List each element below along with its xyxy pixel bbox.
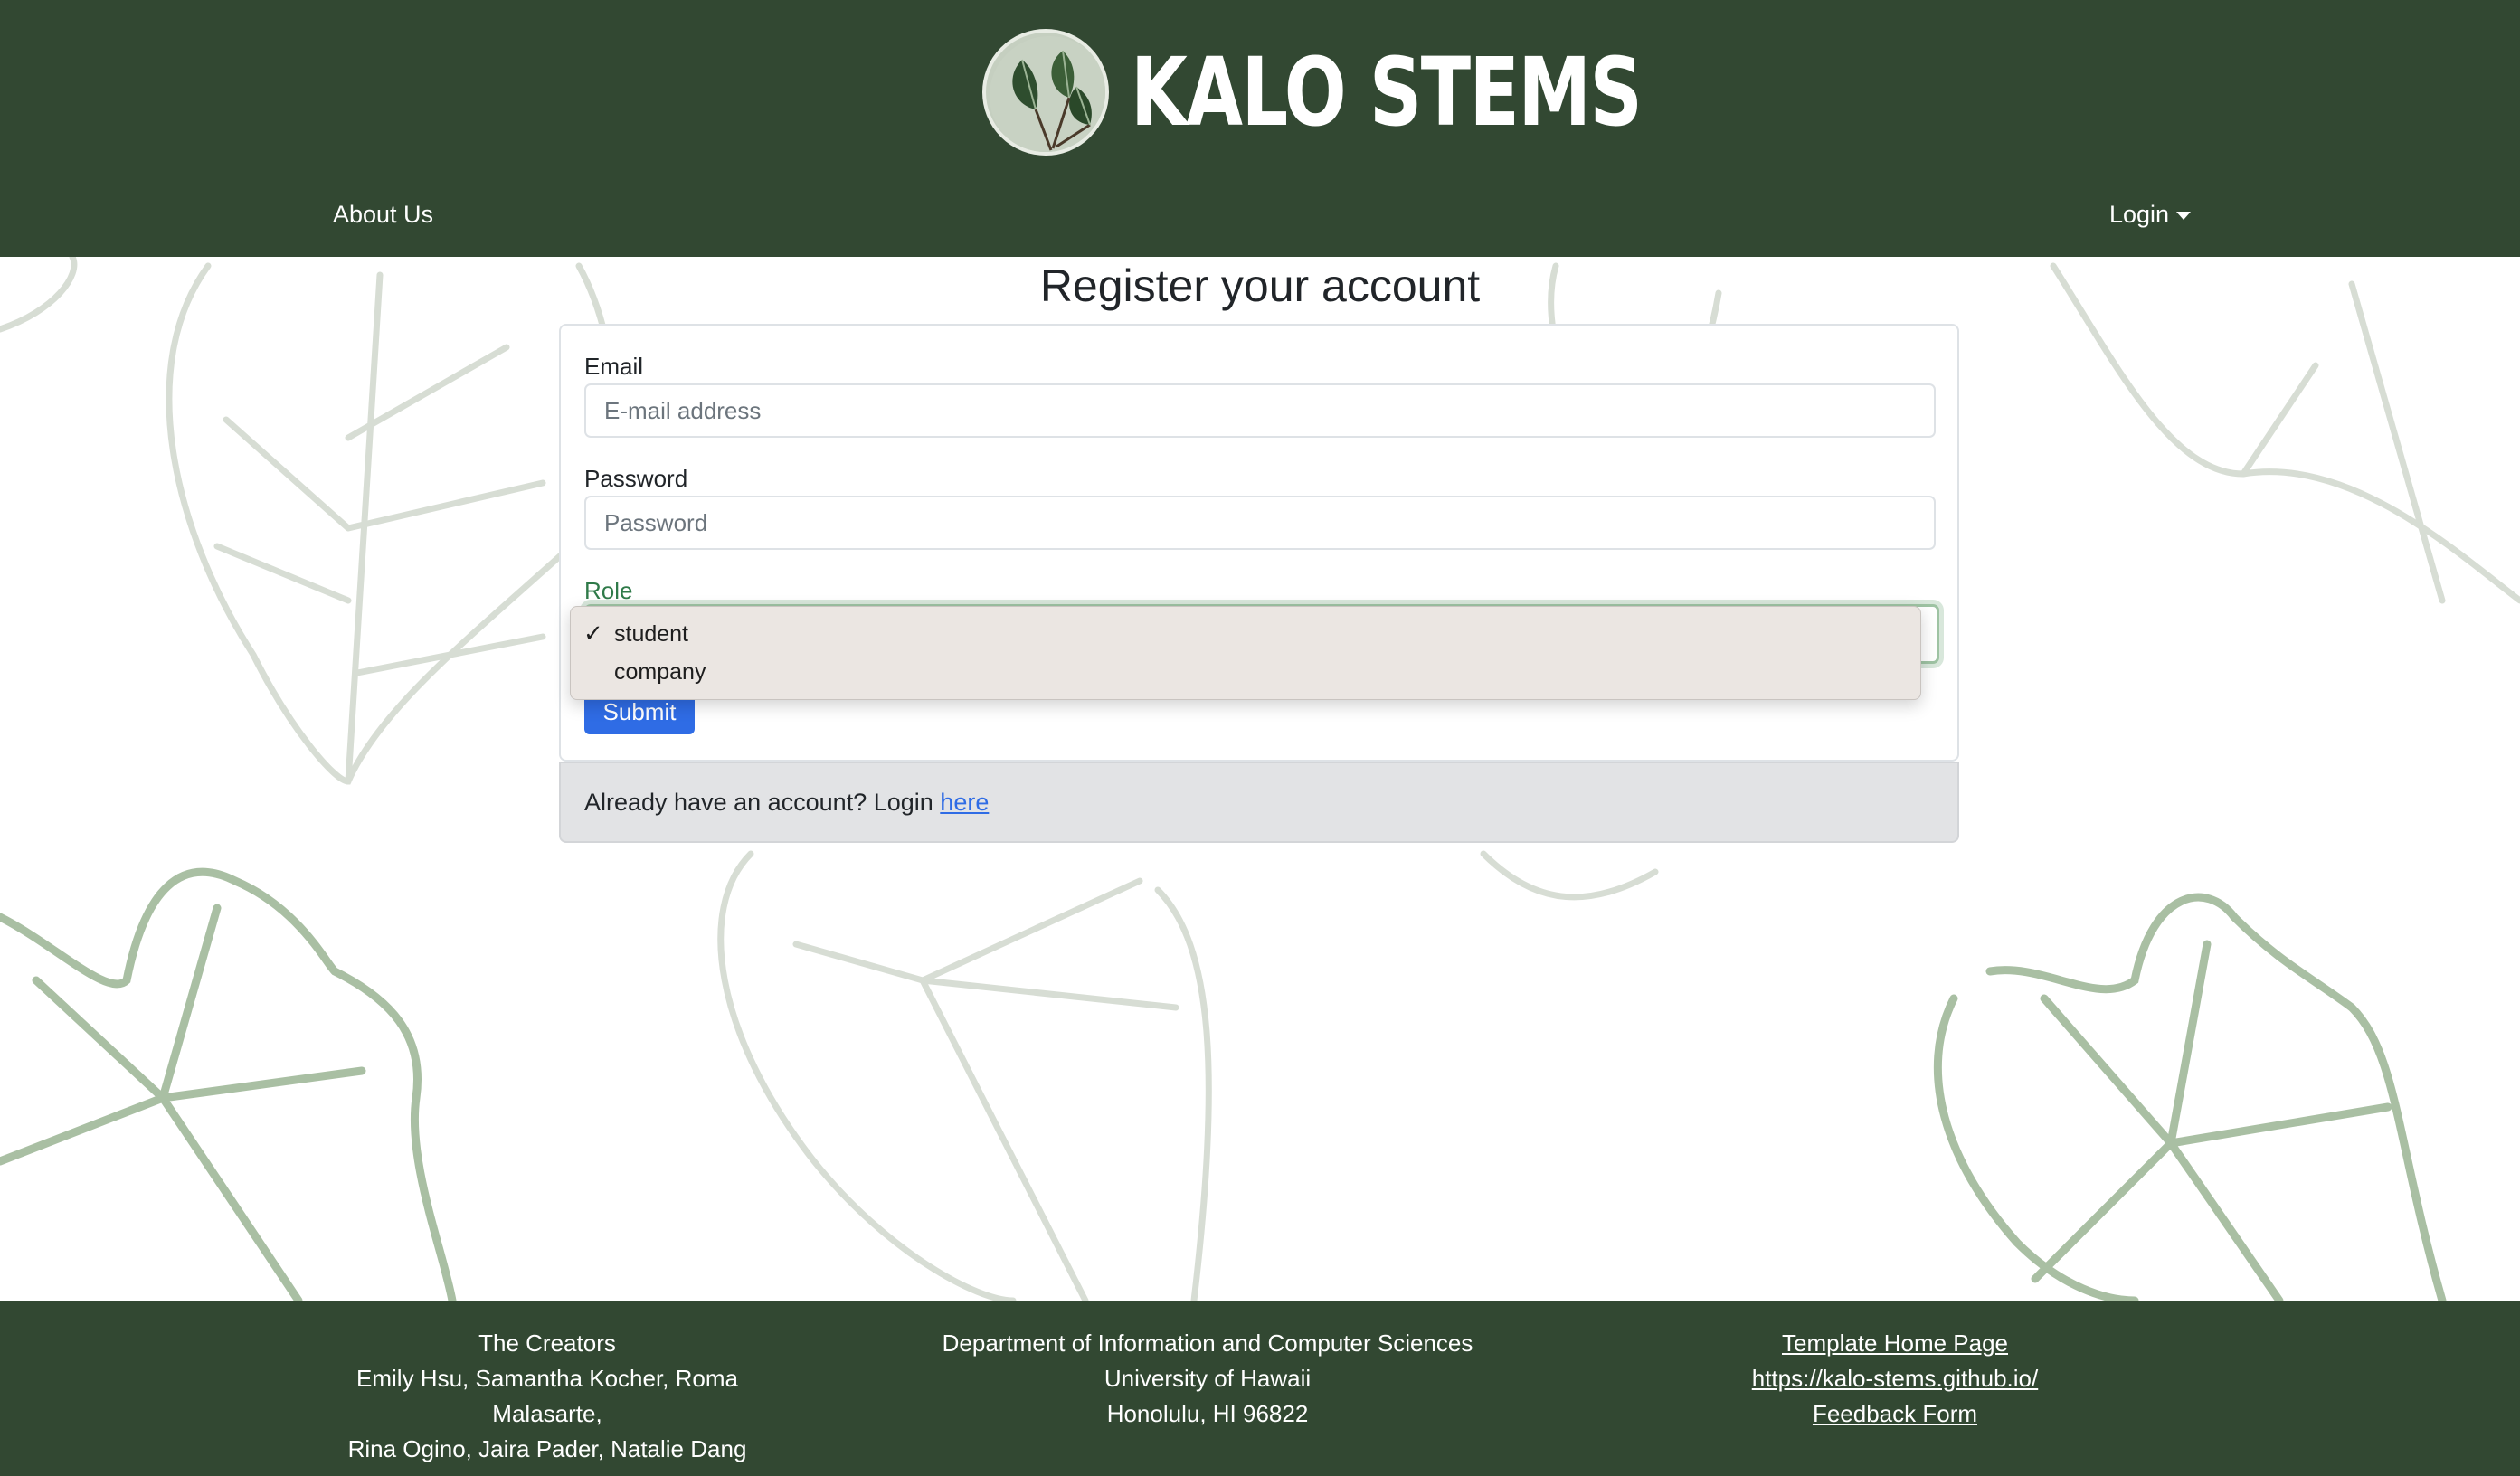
- creators-line-2: Rina Ogino, Jaira Pader, Natalie Dang: [347, 1435, 747, 1462]
- login-here-link[interactable]: here: [940, 789, 989, 816]
- site-header: KALO STEMS About Us Login: [0, 0, 2520, 257]
- dept-line-1: Department of Information and Computer S…: [942, 1329, 1473, 1357]
- email-field[interactable]: [584, 383, 1936, 438]
- dept-line-2: University of Hawaii: [1104, 1365, 1312, 1392]
- feedback-form-link[interactable]: Feedback Form: [1710, 1396, 2080, 1432]
- role-dropdown-menu: ✓ student company: [570, 606, 1921, 700]
- brand-name: KALO STEMS: [1131, 37, 1643, 147]
- footer-creators: The Creators Emily Hsu, Samantha Kocher,…: [298, 1326, 796, 1467]
- template-home-link[interactable]: Template Home Page: [1710, 1326, 2080, 1361]
- creators-title: The Creators: [478, 1329, 616, 1357]
- footer-department: Department of Information and Computer S…: [932, 1326, 1483, 1432]
- nav-login-dropdown[interactable]: Login: [2109, 201, 2192, 229]
- nav-about-us[interactable]: About Us: [333, 201, 433, 229]
- nav-login-label: Login: [2109, 201, 2170, 228]
- footer-links: Template Home Page https://kalo-stems.gi…: [1710, 1326, 2080, 1432]
- password-field[interactable]: [584, 496, 1936, 550]
- site-url-link[interactable]: https://kalo-stems.github.io/: [1710, 1361, 2080, 1396]
- login-prompt-bar: Already have an account? Login here: [559, 762, 1959, 843]
- role-option-student[interactable]: student: [614, 621, 688, 648]
- role-label: Role: [584, 577, 633, 604]
- brand[interactable]: KALO STEMS: [982, 27, 1786, 157]
- creators-line-1: Emily Hsu, Samantha Kocher, Roma Malasar…: [356, 1365, 738, 1427]
- page-title: Register your account: [1039, 260, 1481, 311]
- caret-down-icon: [2176, 212, 2192, 221]
- login-prompt-text: Already have an account? Login: [584, 789, 933, 816]
- password-label: Password: [584, 465, 688, 492]
- check-icon: ✓: [583, 620, 603, 647]
- dept-line-3: Honolulu, HI 96822: [1106, 1400, 1309, 1427]
- taro-leaf-logo-icon: [982, 29, 1109, 156]
- site-footer: The Creators Emily Hsu, Samantha Kocher,…: [0, 1301, 2520, 1476]
- role-option-company[interactable]: company: [614, 659, 706, 686]
- email-label: Email: [584, 353, 644, 380]
